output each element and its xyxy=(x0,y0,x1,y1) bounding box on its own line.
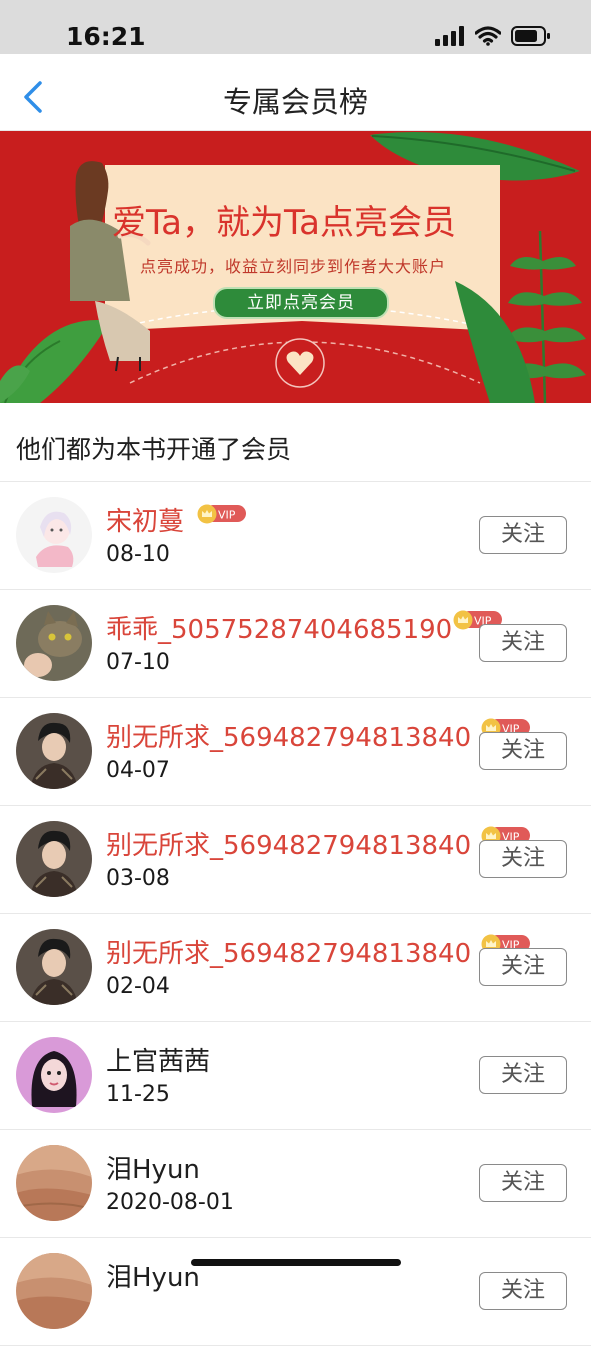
vip-badge-icon: VIP xyxy=(197,504,246,524)
member-row[interactable]: 乖乖_50575287404685190 VIP 07-10 关注 xyxy=(0,590,591,698)
man-portrait-avatar[interactable] xyxy=(16,821,92,897)
status-icons xyxy=(435,26,551,46)
cat-avatar[interactable] xyxy=(16,605,92,681)
promo-banner[interactable]: 爱Ta，就为Ta点亮会员 点亮成功，收益立刻同步到作者大大账户 立即点亮会员 xyxy=(0,131,591,403)
member-date: 04-07 xyxy=(106,758,170,783)
member-date: 02-04 xyxy=(106,974,170,999)
member-row[interactable]: 泪Hyun 2020-08-01 关注 xyxy=(0,1130,591,1238)
member-row[interactable]: 上官茜茜 11-25 关注 xyxy=(0,1022,591,1130)
status-bar: 16:21 xyxy=(0,0,591,54)
banner-subline: 点亮成功，收益立刻同步到作者大大账户 xyxy=(140,257,447,276)
follow-button[interactable]: 关注 xyxy=(479,732,567,770)
member-row[interactable]: 宋初蔓 VIP 08-10 关注 xyxy=(0,482,591,590)
member-name[interactable]: 别无所求_569482794813840 xyxy=(106,717,471,754)
member-name[interactable]: 泪Hyun xyxy=(106,1149,200,1186)
member-name[interactable]: 宋初蔓 xyxy=(106,501,184,538)
section-title: 他们都为本书开通了会员 xyxy=(16,435,292,464)
follow-button[interactable]: 关注 xyxy=(479,840,567,878)
man-portrait-avatar[interactable] xyxy=(16,929,92,1005)
anime-girl-avatar[interactable] xyxy=(16,497,92,573)
banner-cta-button[interactable]: 立即点亮会员 xyxy=(213,287,389,319)
member-date: 2020-08-01 xyxy=(106,1190,234,1215)
vip-badge-label: VIP xyxy=(218,509,236,522)
member-row[interactable]: 别无所求_569482794813840 VIP 03-08 关注 xyxy=(0,806,591,914)
member-date: 11-25 xyxy=(106,1082,170,1107)
member-row[interactable]: 别无所求_569482794813840 VIP 04-07 关注 xyxy=(0,698,591,806)
member-name[interactable]: 别无所求_569482794813840 xyxy=(106,933,471,970)
member-date: 03-08 xyxy=(106,866,170,891)
status-time: 16:21 xyxy=(66,22,146,51)
member-row[interactable]: 泪Hyun 关注 xyxy=(0,1238,591,1346)
follow-button[interactable]: 关注 xyxy=(479,1164,567,1202)
member-date: 08-10 xyxy=(106,542,170,567)
follow-button[interactable]: 关注 xyxy=(479,516,567,554)
follow-button[interactable]: 关注 xyxy=(479,1272,567,1310)
member-name[interactable]: 泪Hyun xyxy=(106,1257,200,1294)
nav-bar: 专属会员榜 xyxy=(0,54,591,131)
follow-button[interactable]: 关注 xyxy=(479,624,567,662)
banner-headline: 爱Ta，就为Ta点亮会员 xyxy=(112,203,456,243)
wifi-icon xyxy=(475,26,501,46)
girl-portrait-avatar[interactable] xyxy=(16,1037,92,1113)
member-name[interactable]: 上官茜茜 xyxy=(106,1041,210,1078)
follow-button[interactable]: 关注 xyxy=(479,1056,567,1094)
member-row[interactable]: 别无所求_569482794813840 VIP 02-04 关注 xyxy=(0,914,591,1022)
battery-icon xyxy=(511,26,550,46)
home-indicator[interactable] xyxy=(191,1259,401,1266)
man-portrait-avatar[interactable] xyxy=(16,713,92,789)
desert-avatar[interactable] xyxy=(16,1253,92,1329)
signal-icon xyxy=(435,26,464,46)
desert-avatar[interactable] xyxy=(16,1145,92,1221)
member-list: 宋初蔓 VIP 08-10 关注 乖乖_50575287404685190 VI… xyxy=(0,482,591,1346)
page-title: 专属会员榜 xyxy=(222,85,368,119)
follow-button[interactable]: 关注 xyxy=(479,948,567,986)
member-name[interactable]: 乖乖_50575287404685190 xyxy=(106,609,452,646)
member-date: 07-10 xyxy=(106,650,170,675)
member-name[interactable]: 别无所求_569482794813840 xyxy=(106,825,471,862)
